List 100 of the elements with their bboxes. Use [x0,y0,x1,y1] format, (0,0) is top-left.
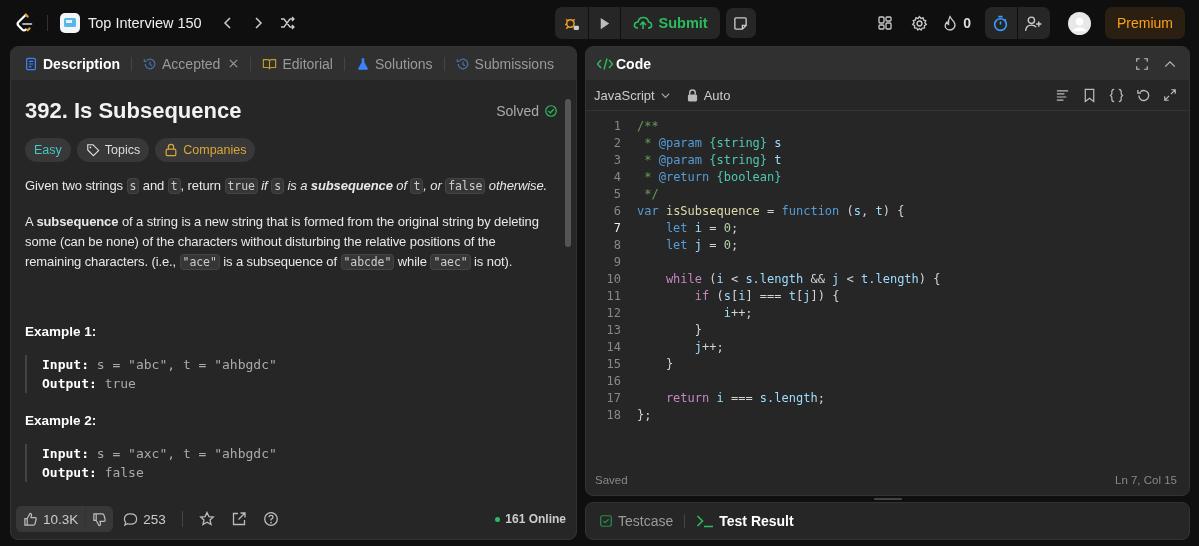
cloud-upload-icon [632,15,653,31]
close-icon[interactable] [228,58,240,69]
history-icon [455,56,470,71]
code-line: * @param {string} s [643,135,782,152]
share-icon[interactable] [230,511,247,527]
comments-button[interactable]: 253 [123,511,166,527]
example-line: Input: s = "axc", t = "ahbgdc" [42,445,278,463]
code-line: /** [637,118,659,135]
dislike-button[interactable] [86,506,114,532]
problem-title: 392. Is Subsequence [25,98,242,124]
run-button[interactable] [588,7,620,39]
settings-icon[interactable] [911,14,929,32]
line-number: 1 [612,118,621,135]
difficulty-badge: Easy [25,138,71,162]
console-tab[interactable]: Test Result [693,509,797,533]
expand-icon[interactable] [1163,88,1177,102]
example-heading: Example 2: [25,413,98,428]
streak-counter[interactable]: 0 [942,15,971,31]
format-icon[interactable] [1055,87,1070,103]
layout-icon[interactable] [877,15,894,31]
avatar[interactable] [1067,11,1091,35]
invite-button[interactable] [1017,7,1050,39]
shuffle-icon[interactable] [279,15,296,31]
line-number: 2 [612,135,621,152]
lock-icon [686,88,698,102]
line-number: 9 [612,254,621,271]
panel-tab[interactable]: Submissions [452,51,557,76]
flask-icon [356,56,370,71]
example-line: Input: s = "abc", t = "ahbgdc" [42,356,278,374]
code-line: i++; [722,305,753,322]
solved-status: Solved [496,103,558,119]
line-number: 14 [605,339,621,356]
tag-button[interactable]: Topics [76,138,150,162]
line-number: 4 [612,169,621,186]
panel-tab[interactable]: Description [21,51,123,76]
like-button[interactable]: 10.3K [16,506,86,532]
document-icon [24,56,38,71]
panel-tab[interactable]: Solutions [353,51,436,76]
notes-button[interactable] [725,8,756,38]
code-tab[interactable]: Code [596,55,651,72]
code-line: return i === s.length; [664,390,825,407]
bookmark-icon[interactable] [1082,87,1097,103]
code-line: } [664,356,674,373]
code-line: }; [637,407,652,424]
debug-button[interactable] [554,7,588,39]
lock-icon [164,143,179,157]
cursor-position: Ln 7, Col 15 [1115,474,1177,486]
line-number: 6 [612,203,621,220]
panel-tab[interactable]: Editorial [259,51,336,76]
code-line: if (s[i] === t[j]) { [693,288,840,305]
line-number: 12 [605,305,621,322]
code-line: j++; [693,339,724,356]
flame-icon [942,15,959,31]
line-number: 15 [605,356,621,373]
code-line: var isSubsequence = function (s, t) { [637,203,905,220]
terminal-icon [696,514,715,528]
add-user-icon [1024,14,1044,32]
premium-button[interactable]: Premium [1104,7,1185,39]
example-heading: Example 1: [25,324,98,339]
line-number: 3 [612,152,621,169]
timer-button[interactable] [984,7,1017,39]
book-icon [262,56,278,71]
code-line: } [693,322,703,339]
description-paragraph: A subsequence of a string is a new string that is formed from the original string by deleting some (can be none) of the characters without disturbing the relative positions of the remaining characters. (i.e., "ace" is a subsequence of "abcde" while "aec" is not). [25,213,540,272]
description-paragraph: Given two strings s and t , return true if s is a subsequence of t , or false otherwise. [25,177,549,196]
check-circle-icon [544,104,558,118]
code-line: * @return {boolean} [643,169,782,186]
code-line: let j = 0; [664,237,739,254]
fullscreen-icon[interactable] [1135,56,1149,71]
line-number: 7 [612,220,621,237]
thumbs-up-icon [23,511,38,527]
line-number: 17 [605,390,621,407]
study-plan-icon [60,13,80,33]
line-number: 18 [605,407,621,424]
code-line: let i = 0; [664,220,739,237]
auto-mode-label[interactable]: Auto [686,87,731,103]
example-line: Output: false [42,464,145,482]
resize-handle[interactable] [873,498,902,500]
submit-button[interactable]: Submit [620,7,720,39]
tag-button[interactable]: Companies [155,138,256,162]
history-icon [143,56,157,71]
panel-tab[interactable]: Accepted [140,51,243,76]
braces-icon[interactable] [1109,87,1124,103]
line-number: 8 [612,237,621,254]
line-number: 5 [612,186,621,203]
checkbox-icon [599,514,613,528]
study-plan-title[interactable]: Top Interview 150 [88,15,202,31]
code-line: */ [643,186,659,203]
reset-icon[interactable] [1136,87,1151,103]
online-count: 161 Online [495,512,566,526]
line-number: 11 [605,288,621,305]
line-number: 13 [605,322,621,339]
help-icon[interactable] [262,511,279,527]
thumbs-down-icon [92,511,108,527]
example-line: Output: true [42,375,137,393]
console-tab[interactable]: Testcase [596,509,677,533]
line-number: 16 [605,373,621,390]
star-icon[interactable] [198,511,215,527]
stopwatch-icon [992,14,1010,32]
language-dropdown[interactable]: JavaScript [594,87,671,103]
